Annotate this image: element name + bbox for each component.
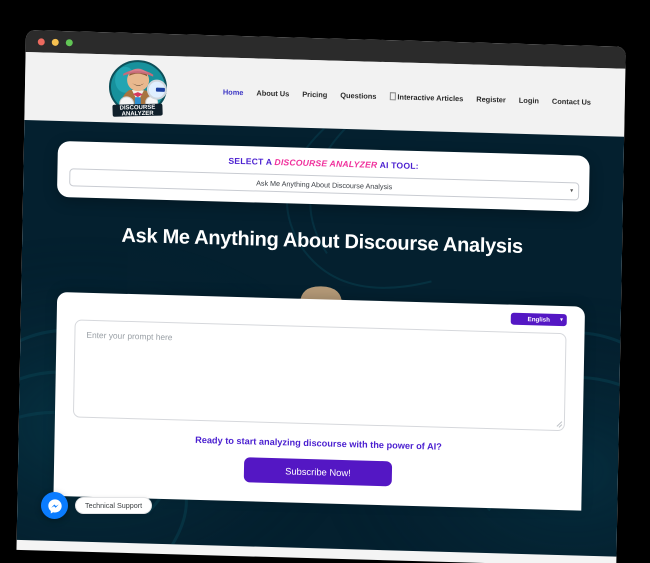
technical-support-label[interactable]: Technical Support xyxy=(75,497,153,514)
nav-item-interactive-articles-label: Interactive Articles xyxy=(397,91,464,103)
discourse-analyzer-logo[interactable]: DISCOURSE ANALYZER xyxy=(98,57,177,121)
prompt-panel: English ▾ Enter your prompt here Ready t… xyxy=(53,291,586,511)
close-window-button[interactable] xyxy=(37,37,45,46)
subscribe-now-button[interactable]: Subscribe Now! xyxy=(243,457,393,487)
messenger-icon[interactable] xyxy=(41,492,68,519)
tool-title-part3: AI TOOL: xyxy=(377,159,419,172)
ai-tool-select-value: Ask Me Anything About Discourse Analysis xyxy=(256,177,393,191)
logo-artwork: DISCOURSE ANALYZER xyxy=(108,60,167,118)
nav-item-register[interactable]: Register xyxy=(476,94,506,104)
nav-item-home[interactable]: Home xyxy=(223,87,244,97)
maximize-window-button[interactable] xyxy=(65,38,73,46)
chevron-down-icon: ▾ xyxy=(570,188,574,195)
messenger-glyph xyxy=(47,498,62,513)
technical-support-chat-widget[interactable]: Technical Support xyxy=(41,492,153,519)
nav-item-login[interactable]: Login xyxy=(519,95,539,105)
chevron-down-icon: ▾ xyxy=(560,317,563,324)
prompt-placeholder: Enter your prompt here xyxy=(86,329,173,343)
resize-handle-icon[interactable] xyxy=(555,421,562,428)
cta-heading: Ready to start analyzing discourse with … xyxy=(195,434,442,452)
main-navigation: Home About Us Pricing Questions Interact… xyxy=(223,87,591,106)
screenshot-stage: DISCOURSE ANALYZER Home About Us Pricing… xyxy=(0,0,650,563)
browser-window: DISCOURSE ANALYZER Home About Us Pricing… xyxy=(16,30,626,563)
nav-item-interactive-articles[interactable]: Interactive Articles xyxy=(389,91,464,103)
logo-text-line2: ANALYZER xyxy=(122,111,155,118)
nav-item-questions[interactable]: Questions xyxy=(340,90,376,100)
prompt-textarea[interactable]: Enter your prompt here xyxy=(72,319,567,432)
nav-item-about-us[interactable]: About Us xyxy=(256,88,289,98)
tool-title-part1: SELECT A xyxy=(228,155,275,167)
minimize-window-button[interactable] xyxy=(51,38,59,46)
language-select[interactable]: English ▾ xyxy=(510,312,567,327)
missing-glyph-icon xyxy=(389,91,396,100)
tool-title-brand: DISCOURSE ANALYZER xyxy=(274,156,378,170)
language-select-value: English xyxy=(527,315,551,324)
nav-item-contact-us[interactable]: Contact Us xyxy=(552,96,591,106)
nav-item-pricing[interactable]: Pricing xyxy=(302,89,327,99)
page-title: Ask Me Anything About Discourse Analysis xyxy=(121,224,524,258)
hero-content: SELECT A DISCOURSE ANALYZER AI TOOL: Ask… xyxy=(17,140,623,512)
